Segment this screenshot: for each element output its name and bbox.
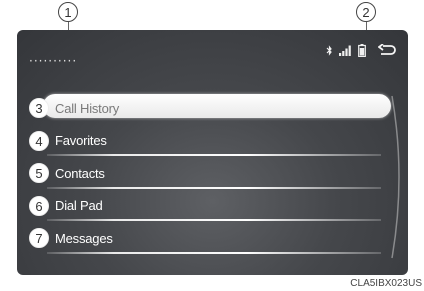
status-bar bbox=[326, 44, 396, 57]
phone-menu-screen: ·········· 3 Call History 4 Favorites 5 … bbox=[17, 30, 408, 275]
menu-item-label: Dial Pad bbox=[55, 198, 103, 214]
menu-divider bbox=[47, 186, 381, 189]
menu-item-label: Messages bbox=[55, 230, 113, 246]
menu-divider bbox=[47, 219, 381, 221]
bluetooth-icon bbox=[326, 45, 333, 56]
callout-1: 1 bbox=[58, 2, 78, 22]
menu-item-dial-pad[interactable]: 6 Dial Pad bbox=[29, 190, 385, 223]
scroll-arc-indicator[interactable] bbox=[390, 92, 406, 262]
menu-item-favorites[interactable]: 4 Favorites bbox=[29, 125, 385, 158]
callout-5: 5 bbox=[29, 163, 49, 184]
callout-7: 7 bbox=[29, 228, 49, 249]
menu-item-messages[interactable]: 7 Messages bbox=[29, 222, 385, 255]
signal-strength-icon bbox=[339, 45, 352, 56]
screen-title: ·········· bbox=[29, 54, 78, 68]
callout-2: 2 bbox=[356, 2, 376, 22]
menu-divider bbox=[47, 251, 381, 254]
menu-item-call-history[interactable]: 3 Call History bbox=[29, 92, 391, 125]
callout-3: 3 bbox=[29, 98, 49, 119]
menu-divider bbox=[47, 154, 381, 156]
back-arrow-icon[interactable] bbox=[378, 44, 396, 57]
menu-item-label: Call History bbox=[55, 100, 120, 116]
callout-4: 4 bbox=[29, 130, 49, 151]
phone-menu-list: 3 Call History 4 Favorites 5 Contacts 6 … bbox=[29, 92, 391, 255]
callout-6: 6 bbox=[29, 195, 49, 216]
menu-item-label: Contacts bbox=[55, 165, 105, 181]
menu-item-label: Favorites bbox=[55, 133, 107, 149]
menu-item-contacts[interactable]: 5 Contacts bbox=[29, 157, 385, 190]
figure-code: CLA5IBX023US bbox=[350, 278, 422, 289]
battery-icon bbox=[358, 44, 366, 57]
